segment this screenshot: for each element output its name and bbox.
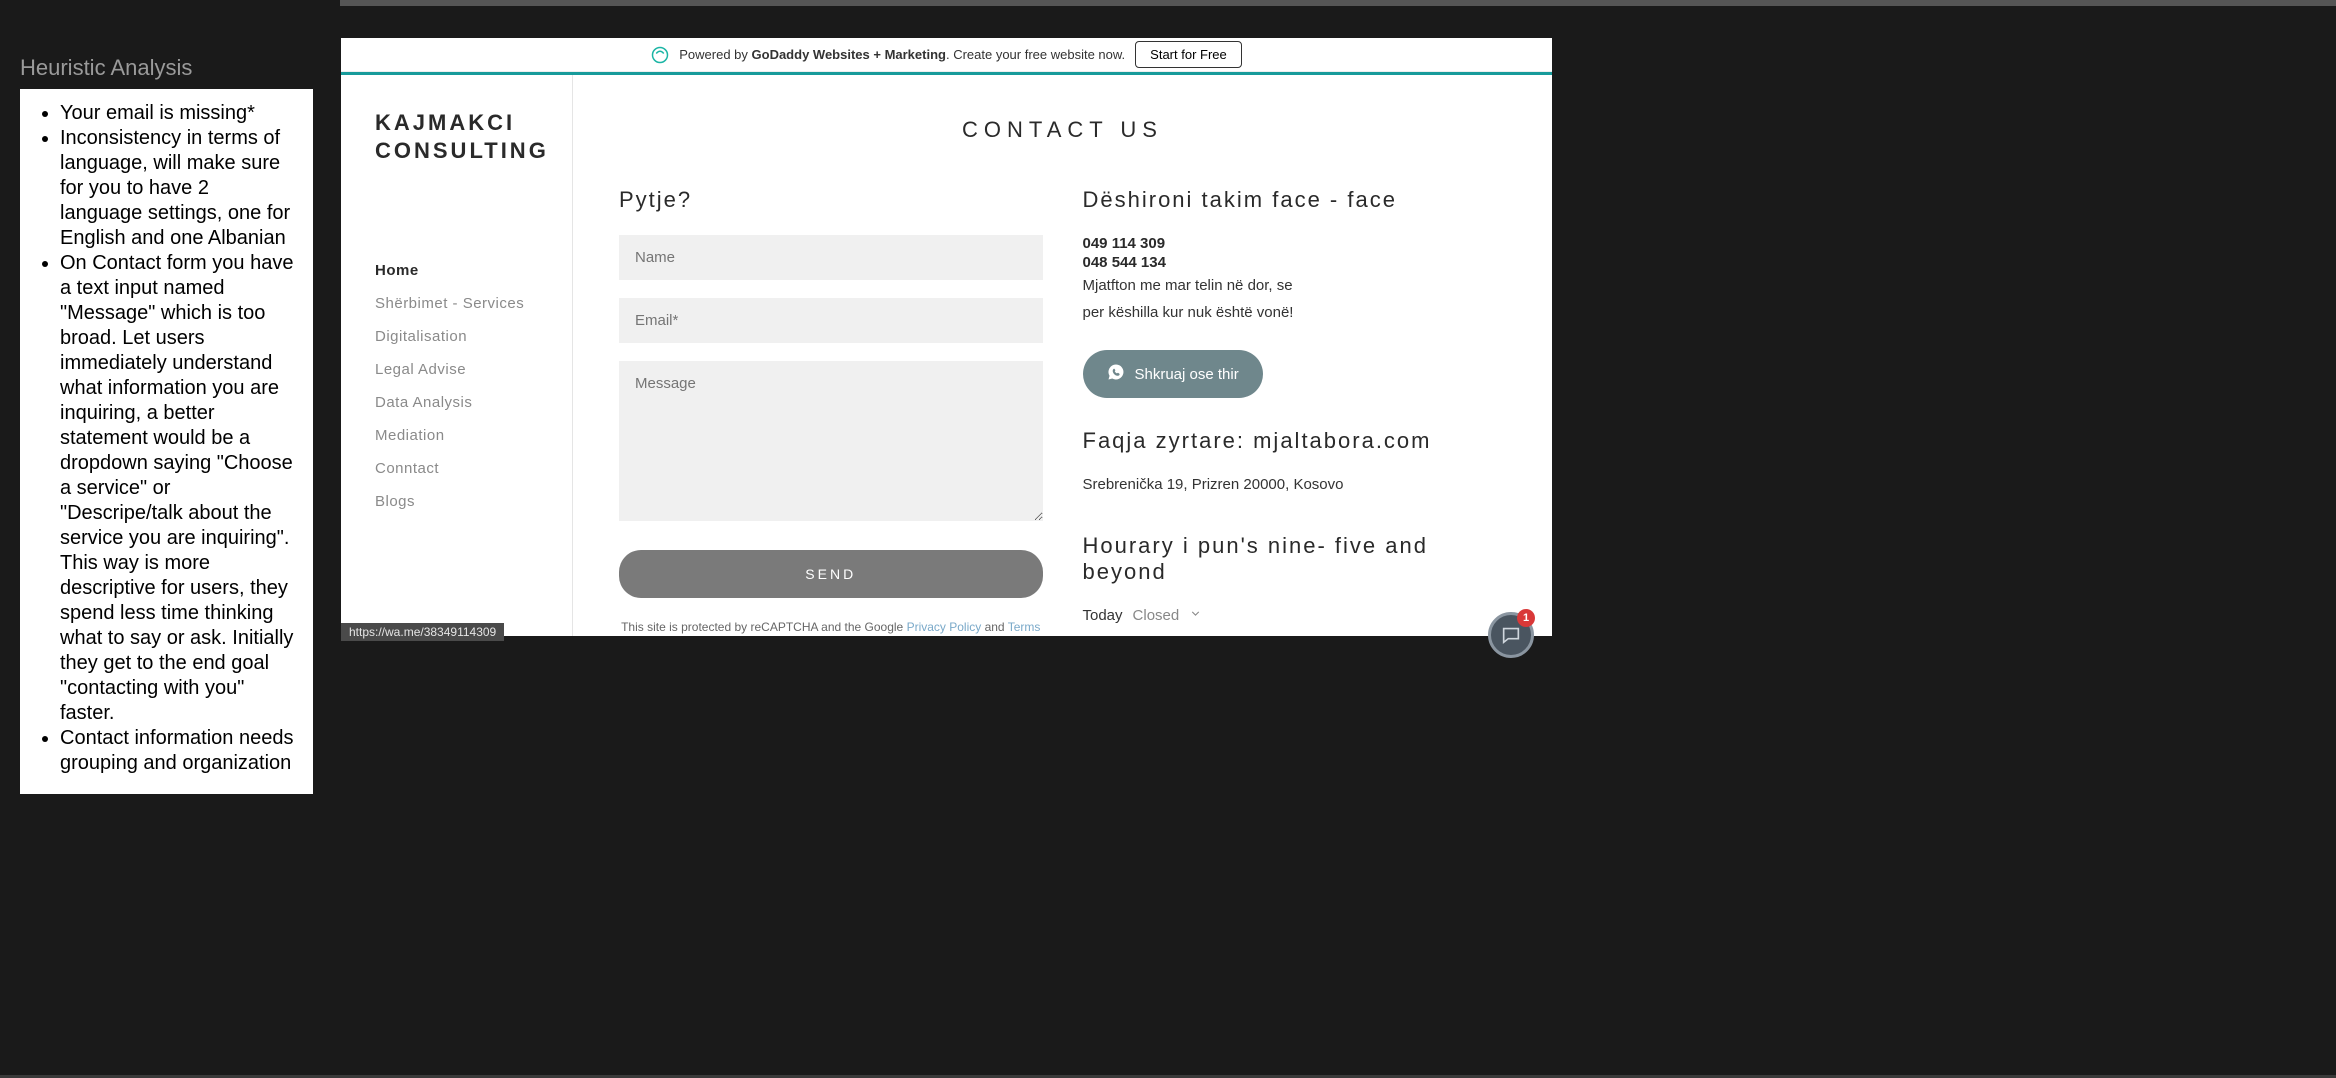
analysis-item: Inconsistency in terms of language, will… [60,126,295,251]
nav-legal[interactable]: Legal Advise [375,353,572,386]
chat-notification-badge: 1 [1517,609,1535,627]
form-heading: Pytje? [619,187,1043,213]
message-input[interactable] [619,361,1043,521]
send-button[interactable]: SEND [619,550,1043,598]
whatsapp-icon [1107,363,1125,385]
site-logo[interactable]: KAJMAKCI CONSULTING [375,109,572,164]
privacy-link[interactable]: Privacy Policy [907,620,982,634]
analysis-box: Your email is missing* Inconsistency in … [20,89,313,794]
hours-status: Closed [1133,607,1180,624]
analysis-list: Your email is missing* Inconsistency in … [38,101,295,776]
info-column: Dëshironi takim face - face 049 114 309 … [1083,187,1507,636]
nav-services[interactable]: Shërbimet - Services [375,287,572,320]
chevron-down-icon [1189,607,1202,624]
logo-line1: KAJMAKCI [375,109,572,137]
recaptcha-and: and [981,620,1007,634]
heuristic-analysis-panel: Heuristic Analysis Your email is missing… [20,55,313,794]
page-main: KAJMAKCI CONSULTING Home Shërbimet - Ser… [341,75,1552,636]
godaddy-banner: Powered by GoDaddy Websites + Marketing.… [341,38,1552,72]
phone-1[interactable]: 049 114 309 [1083,235,1507,252]
browser-top-strip [340,0,2336,6]
official-site-heading: Faqja zyrtare: mjaltabora.com [1083,428,1507,454]
start-free-button[interactable]: Start for Free [1135,41,1242,68]
nav-digitalisation[interactable]: Digitalisation [375,320,572,353]
godaddy-logo-icon [651,46,669,64]
hours-today: Today [1083,607,1123,624]
address-text: Srebrenička 19, Prizren 20000, Kosovo [1083,476,1507,493]
nav-home[interactable]: Home [375,254,572,287]
nav-data-analysis[interactable]: Data Analysis [375,386,572,419]
link-url-tooltip: https://wa.me/38349114309 [341,623,504,641]
content-area: CONTACT US Pytje? SEND This site is prot… [573,75,1552,636]
website-frame: Powered by GoDaddy Websites + Marketing.… [341,38,1552,636]
phone-2[interactable]: 048 544 134 [1083,254,1507,271]
advice-line-1: Mjatfton me mar telin në dor, se [1083,275,1507,298]
nav-contact[interactable]: Conntact [375,452,572,485]
analysis-item: Your email is missing* [60,101,295,126]
two-column-layout: Pytje? SEND This site is protected by re… [619,187,1506,636]
nav-blogs[interactable]: Blogs [375,485,572,518]
godaddy-brand: GoDaddy Websites + Marketing [752,47,946,62]
recaptcha-apply: apply. [840,634,874,636]
chat-widget-button[interactable]: 1 [1488,612,1534,658]
page-title: CONTACT US [619,117,1506,143]
sidebar: KAJMAKCI CONSULTING Home Shërbimet - Ser… [341,75,573,636]
recaptcha-prefix: This site is protected by reCAPTCHA and … [621,620,906,634]
godaddy-tagline: . Create your free website now. [946,47,1125,62]
analysis-title: Heuristic Analysis [20,55,313,81]
godaddy-prefix: Powered by [679,47,751,62]
nav-mediation[interactable]: Mediation [375,419,572,452]
hours-toggle[interactable]: Today Closed [1083,607,1507,624]
name-input[interactable] [619,235,1043,280]
nav-list: Home Shërbimet - Services Digitalisation… [375,254,572,518]
godaddy-text: Powered by GoDaddy Websites + Marketing.… [679,47,1125,62]
analysis-item: Contact information needs grouping and o… [60,726,295,776]
advice-line-2: per këshilla kur nuk është vonë! [1083,302,1507,325]
whatsapp-label: Shkruaj ose thir [1135,366,1239,383]
logo-line2: CONSULTING [375,137,572,165]
whatsapp-button[interactable]: Shkruaj ose thir [1083,350,1263,398]
hours-heading: Hourary i pun's nine- five and beyond [1083,533,1507,585]
meeting-heading: Dëshironi takim face - face [1083,187,1507,213]
recaptcha-note: This site is protected by reCAPTCHA and … [619,620,1043,636]
form-column: Pytje? SEND This site is protected by re… [619,187,1043,636]
analysis-item: On Contact form you have a text input na… [60,251,295,726]
email-input[interactable] [619,298,1043,343]
